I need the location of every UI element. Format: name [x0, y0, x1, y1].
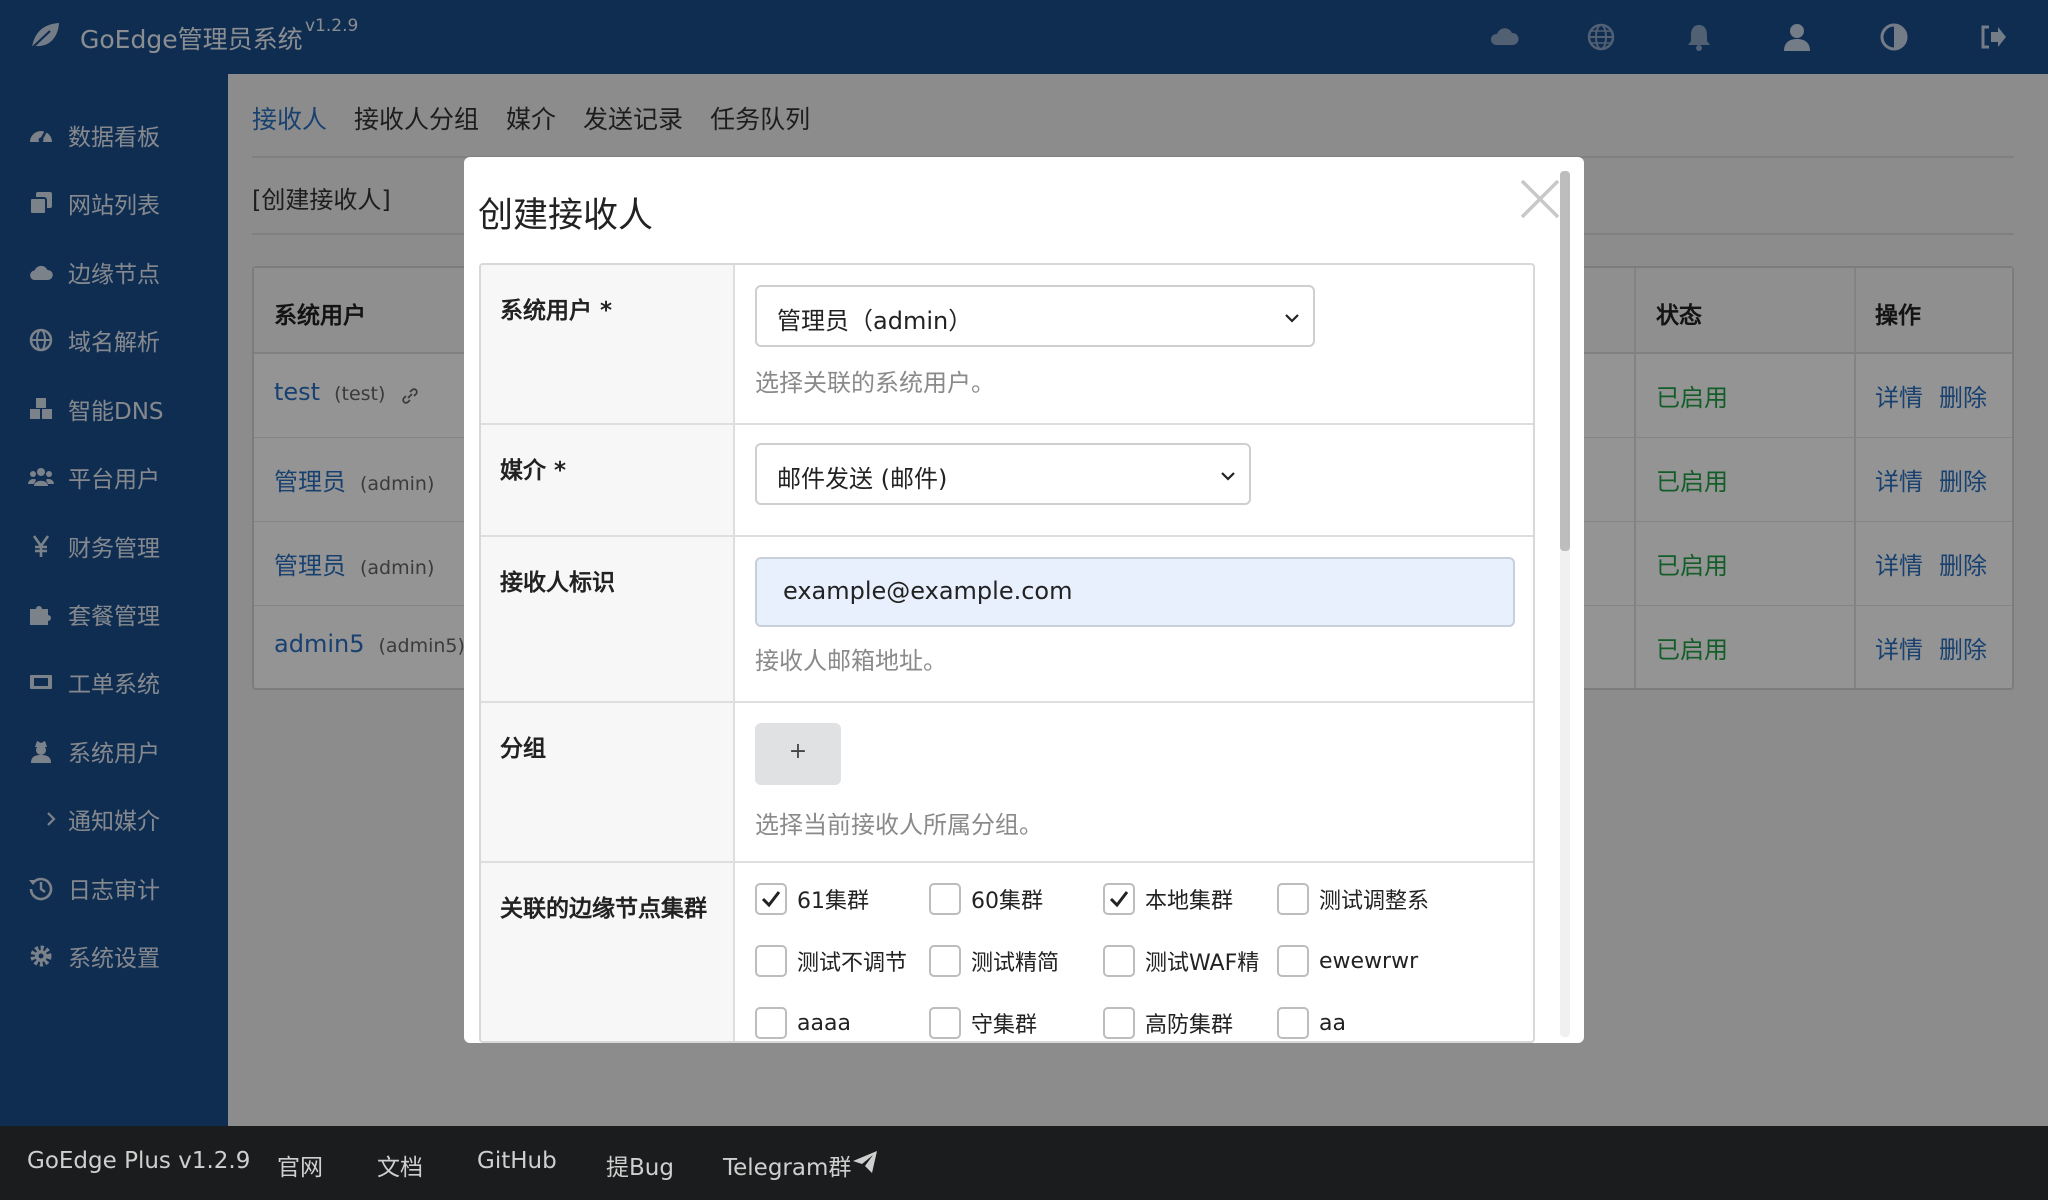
cluster-checkbox[interactable]: 守集群 — [929, 1005, 1037, 1041]
receiver-form: 系统用户 * 管理员（admin） 选择关联的系统用户。 媒介 * 邮件发送 (… — [479, 263, 1535, 1043]
cluster-checkbox[interactable]: aaaa — [755, 1005, 851, 1041]
chevron-down-icon — [1285, 314, 1299, 323]
field-label: 媒介 * — [500, 458, 567, 484]
footer-link-website[interactable]: 官网 — [277, 1148, 323, 1182]
create-receiver-modal: 创建接收人 系统用户 * 管理员（admin） 选择关联的系统用户。 媒介 * … — [464, 157, 1584, 1043]
footer: GoEdge Plus v1.2.9 官网 文档 GitHub 提Bug Tel… — [0, 1126, 2048, 1200]
cluster-checkbox[interactable]: 高防集群 — [1103, 1005, 1233, 1041]
footer-link-telegram[interactable]: Telegram群 — [723, 1148, 851, 1182]
checkmark-icon — [1109, 891, 1129, 908]
field-label: 分组 — [500, 736, 546, 762]
checkbox[interactable] — [929, 945, 961, 977]
modal-scrollbar[interactable] — [1560, 171, 1570, 1037]
checkbox[interactable] — [1103, 883, 1135, 915]
cluster-checkbox[interactable]: ewewrwr — [1277, 943, 1418, 979]
checkbox[interactable] — [755, 883, 787, 915]
checkbox[interactable] — [929, 1007, 961, 1039]
cluster-checkbox[interactable]: 测试调整系 — [1277, 881, 1429, 917]
cluster-checkbox[interactable]: 测试WAF精 — [1103, 943, 1259, 979]
system-user-hint: 选择关联的系统用户。 — [755, 369, 995, 397]
field-label: 系统用户 * — [500, 298, 613, 324]
checkbox[interactable] — [1277, 945, 1309, 977]
checkbox[interactable] — [1103, 945, 1135, 977]
cluster-checkbox[interactable]: 60集群 — [929, 881, 1043, 917]
field-label: 关联的边缘节点集群 — [500, 896, 707, 922]
form-row-group: 分组 + 选择当前接收人所属分组。 — [481, 703, 1533, 863]
form-row-clusters: 关联的边缘节点集群 61集群 60集群 本地集群 测试调整系 测试不调节 测试精… — [481, 863, 1533, 1041]
checkbox[interactable] — [755, 945, 787, 977]
cluster-checkbox[interactable]: 测试不调节 — [755, 943, 907, 979]
paper-plane-icon — [853, 1151, 877, 1173]
group-hint: 选择当前接收人所属分组。 — [755, 811, 1043, 839]
checkbox[interactable] — [1277, 1007, 1309, 1039]
close-icon[interactable] — [1518, 177, 1562, 221]
cluster-checkbox[interactable]: 本地集群 — [1103, 881, 1233, 917]
cluster-checkbox[interactable]: aa — [1277, 1005, 1346, 1041]
footer-link-bug[interactable]: 提Bug — [606, 1148, 674, 1182]
form-row-system-user: 系统用户 * 管理员（admin） 选择关联的系统用户。 — [481, 265, 1533, 425]
receiver-email-input[interactable]: example@example.com — [755, 557, 1515, 627]
footer-version: GoEdge Plus v1.2.9 — [27, 1148, 251, 1174]
cluster-checkbox[interactable]: 61集群 — [755, 881, 869, 917]
media-select[interactable]: 邮件发送 (邮件) — [755, 443, 1251, 505]
system-user-select[interactable]: 管理员（admin） — [755, 285, 1315, 347]
checkbox[interactable] — [1277, 883, 1309, 915]
receiver-id-hint: 接收人邮箱地址。 — [755, 647, 947, 675]
modal-title: 创建接收人 — [478, 196, 654, 236]
chevron-down-icon — [1221, 472, 1235, 481]
checkmark-icon — [761, 891, 781, 908]
footer-link-docs[interactable]: 文档 — [377, 1148, 423, 1182]
checkbox[interactable] — [755, 1007, 787, 1039]
checkbox[interactable] — [1103, 1007, 1135, 1039]
form-row-media: 媒介 * 邮件发送 (邮件) — [481, 425, 1533, 537]
add-group-button[interactable]: + — [755, 723, 841, 785]
footer-link-github[interactable]: GitHub — [477, 1148, 557, 1174]
field-label: 接收人标识 — [500, 570, 615, 596]
form-row-receiver-id: 接收人标识 example@example.com 接收人邮箱地址。 — [481, 537, 1533, 703]
scrollbar-thumb[interactable] — [1560, 171, 1570, 551]
cluster-checkbox[interactable]: 测试精简 — [929, 943, 1059, 979]
checkbox[interactable] — [929, 883, 961, 915]
